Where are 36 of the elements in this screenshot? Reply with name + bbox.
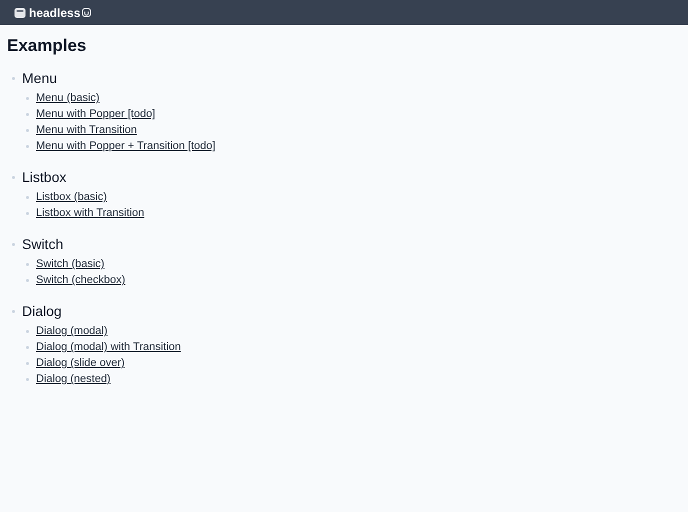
example-link[interactable]: Dialog (modal) (36, 323, 108, 340)
bullet-icon (12, 176, 15, 179)
bullet-icon (12, 310, 15, 313)
bullet-icon (12, 243, 15, 246)
logo-text: headless (29, 4, 80, 22)
bullet-icon (26, 279, 29, 282)
example-link[interactable]: Switch (checkbox) (36, 272, 126, 289)
bullet-icon (26, 129, 29, 132)
bullet-icon (26, 263, 29, 266)
bullet-icon (26, 212, 29, 215)
bullet-icon (26, 346, 29, 349)
example-link[interactable]: Dialog (nested) (36, 371, 111, 388)
example-link[interactable]: Listbox (basic) (36, 189, 107, 206)
section-heading: Switch (22, 235, 64, 254)
bullet-icon (26, 97, 29, 100)
section-heading: Listbox (22, 168, 66, 187)
badge-icon (82, 8, 92, 17)
example-link[interactable]: Menu with Transition (36, 122, 137, 139)
example-link[interactable]: Dialog (modal) with Transition (36, 339, 181, 356)
page-title: Examples (7, 35, 88, 57)
bullet-icon (12, 77, 15, 80)
bullet-icon (26, 362, 29, 365)
section-heading: Menu (22, 69, 58, 88)
example-link[interactable]: Menu with Popper + Transition [todo] (36, 138, 216, 155)
example-link[interactable]: Dialog (slide over) (36, 355, 125, 372)
bullet-icon (26, 330, 29, 333)
section-heading: Dialog (22, 302, 62, 321)
logo-icon (14, 6, 26, 18)
bullet-icon (26, 378, 29, 381)
bullet-icon (26, 145, 29, 148)
bullet-icon (26, 196, 29, 199)
example-link[interactable]: Menu (basic) (36, 90, 100, 107)
example-link[interactable]: Menu with Popper [todo] (36, 106, 156, 123)
example-link[interactable]: Listbox with Transition (36, 205, 144, 222)
example-link[interactable]: Switch (basic) (36, 256, 104, 273)
bullet-icon (26, 113, 29, 116)
